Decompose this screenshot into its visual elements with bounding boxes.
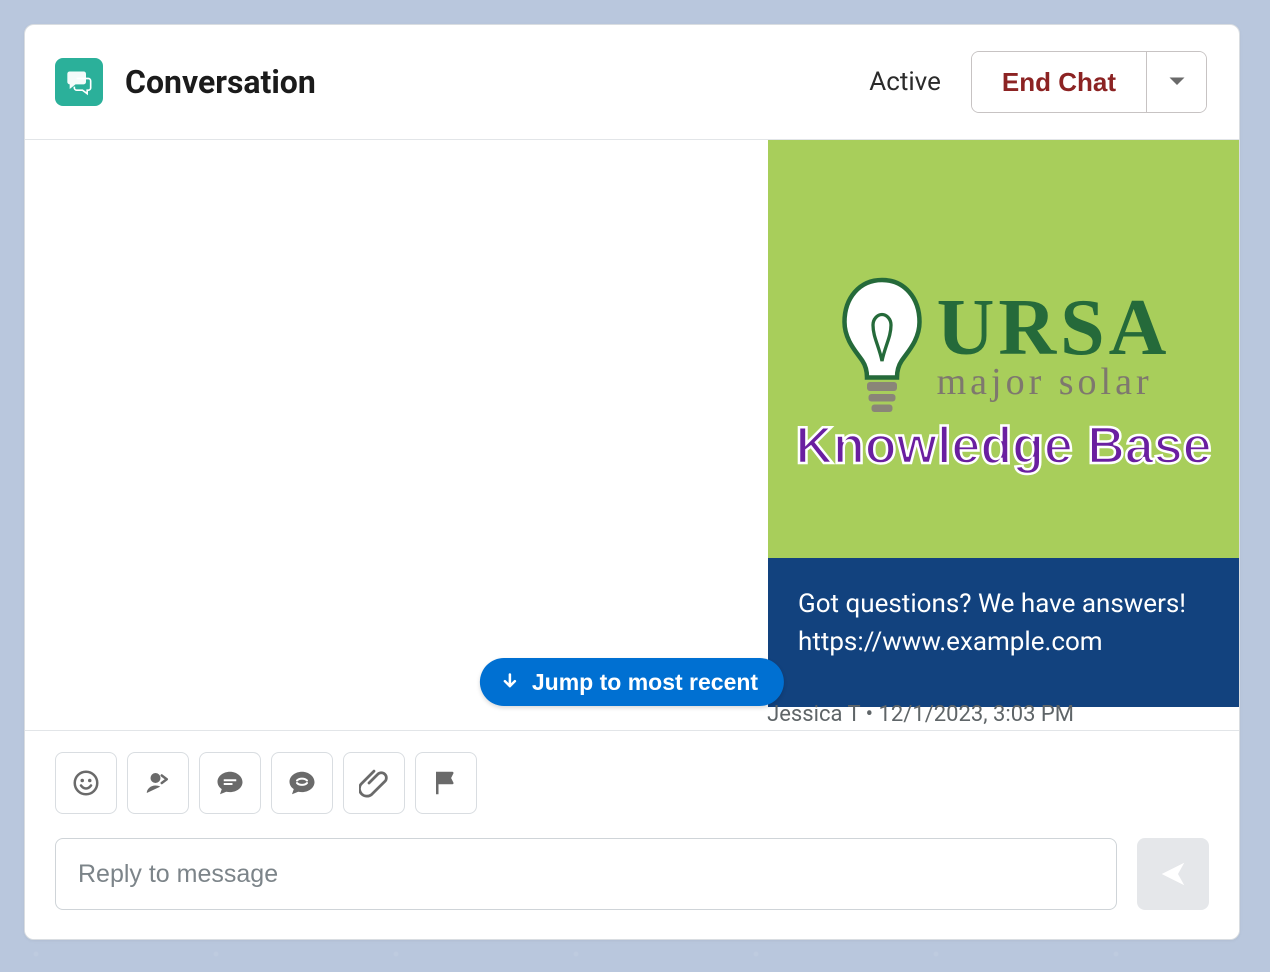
compose-row: [55, 838, 1209, 910]
emoji-button[interactable]: [55, 752, 117, 814]
brand-text: URSA major solar: [937, 294, 1171, 404]
flag-button[interactable]: [415, 752, 477, 814]
jump-label: Jump to most recent: [532, 669, 758, 696]
brand-logo: URSA major solar: [837, 274, 1171, 424]
status-badge: Active: [869, 67, 941, 97]
message-timestamp: 12/1/2023, 3:03 PM: [879, 702, 1074, 727]
flag-icon: [431, 768, 461, 798]
kb-title: Knowledge Base: [768, 416, 1239, 476]
attach-button[interactable]: [343, 752, 405, 814]
page-title: Conversation: [125, 63, 316, 101]
message-list: URSA major solar Knowledge Base Got ques…: [25, 140, 1239, 939]
message-meta: Jessica T • 12/1/2023, 3:03 PM: [767, 702, 1074, 727]
transfer-icon: [143, 768, 173, 798]
brand-sub: major solar: [937, 360, 1171, 404]
card-question-text: Got questions? We have answers!: [798, 586, 1209, 624]
card-link[interactable]: https://www.example.com: [798, 624, 1209, 662]
paperclip-icon: [359, 768, 389, 798]
card-caption: Got questions? We have answers! https://…: [768, 558, 1239, 707]
conversation-icon: [55, 58, 103, 106]
conversation-body: URSA major solar Knowledge Base Got ques…: [25, 140, 1239, 939]
meta-separator: •: [866, 702, 873, 727]
end-chat-dropdown[interactable]: [1146, 52, 1206, 112]
card-image-area: URSA major solar Knowledge Base: [768, 140, 1239, 558]
chat-bubble-icon: [215, 768, 245, 798]
arrow-down-icon: [500, 671, 520, 693]
whisper-icon: [287, 768, 317, 798]
compose-toolbar: [55, 752, 477, 814]
send-button[interactable]: [1137, 838, 1209, 910]
send-icon: [1158, 859, 1188, 889]
chevron-down-icon: [1168, 76, 1186, 88]
end-chat-button[interactable]: End Chat: [972, 52, 1146, 112]
message-card: URSA major solar Knowledge Base Got ques…: [768, 140, 1239, 707]
lightbulb-icon: [837, 274, 927, 424]
message-author: Jessica T: [767, 702, 860, 727]
conversation-panel: Conversation Active End Chat: [24, 24, 1240, 940]
transfer-button[interactable]: [127, 752, 189, 814]
header-right: Active End Chat: [869, 51, 1207, 113]
panel-header: Conversation Active End Chat: [25, 25, 1239, 140]
jump-to-recent-button[interactable]: Jump to most recent: [480, 658, 784, 706]
whisper-button[interactable]: [271, 752, 333, 814]
brand-main: URSA: [937, 294, 1171, 362]
header-left: Conversation: [55, 58, 316, 106]
emoji-icon: [71, 768, 101, 798]
body-divider: [25, 730, 1239, 731]
end-chat-group: End Chat: [971, 51, 1207, 113]
quick-text-button[interactable]: [199, 752, 261, 814]
reply-input[interactable]: [55, 838, 1117, 910]
